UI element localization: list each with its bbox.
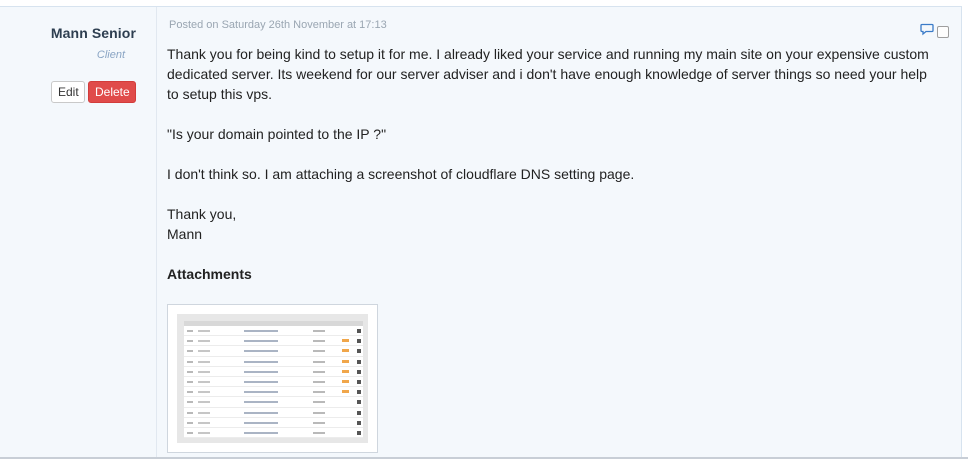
delete-button[interactable]: Delete <box>88 81 136 103</box>
posted-timestamp: Posted on Saturday 26th November at 17:1… <box>169 19 387 31</box>
screenshot-preview <box>184 321 363 439</box>
chat-bubble-icon[interactable] <box>920 22 934 41</box>
edit-button[interactable]: Edit <box>51 81 85 103</box>
post-tools <box>920 22 949 41</box>
author-name: Mann Senior <box>50 25 136 41</box>
author-panel: Mann Senior Client Edit Delete <box>0 7 157 459</box>
post-body: Posted on Saturday 26th November at 17:1… <box>158 7 961 459</box>
signoff-name: Mann <box>167 226 203 242</box>
message-paragraph: "Is your domain pointed to the IP ?" <box>167 126 387 142</box>
attachments-heading: Attachments <box>167 266 252 282</box>
signoff-line: Thank you, <box>167 206 237 222</box>
author-role: Client <box>96 49 125 61</box>
message-paragraph: Thank you for being kind to setup it for… <box>167 46 929 102</box>
message-paragraph: I don't think so. I am attaching a scree… <box>167 166 635 182</box>
attachment-thumbnail[interactable] <box>167 304 378 453</box>
attachment-image <box>177 314 368 443</box>
message-text: Thank you for being kind to setup it for… <box>167 44 942 284</box>
select-checkbox[interactable] <box>937 25 949 38</box>
post-container: Mann Senior Client Edit Delete Posted on… <box>0 6 962 459</box>
